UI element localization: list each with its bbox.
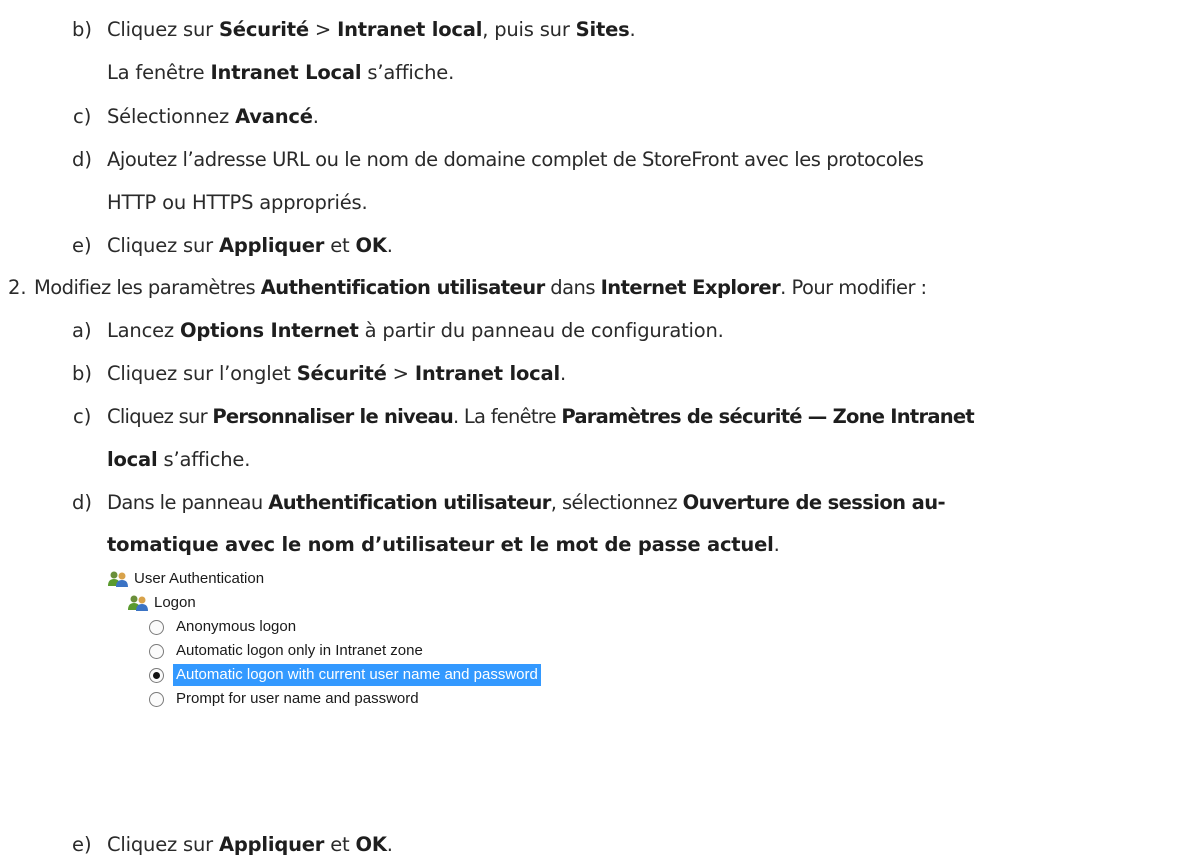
step-b-sites: Cliquez sur Sécurité > Intranet local, p… [107, 18, 636, 41]
radio-button-selected[interactable] [149, 668, 164, 683]
radio-label: Automatic logon only in Intranet zone [176, 642, 423, 659]
step-c-advanced: Sélectionnez Avancé. [107, 105, 319, 128]
list-marker: a) [72, 319, 92, 342]
step-b-security-tab: Cliquez sur l’onglet Sécurité > Intranet… [107, 362, 566, 385]
list-marker: b) [72, 18, 92, 41]
tree-group-label: User Authentication [134, 570, 265, 587]
tree-subgroup-label: Logon [154, 594, 196, 611]
list-marker: e) [72, 833, 92, 856]
radio-label-selected: Automatic logon with current user name a… [173, 664, 541, 686]
list-marker: e) [72, 234, 92, 257]
step-d-url-line1: Ajoutez l’adresse URL ou le nom de domai… [107, 148, 924, 171]
list-number: 2. [8, 276, 27, 299]
users-icon [108, 571, 128, 587]
step-d-auth-line1: Dans le panneau Authentification utilisa… [107, 491, 946, 514]
step-a-options: Lancez Options Internet à partir du pann… [107, 319, 724, 342]
radio-button[interactable] [149, 644, 164, 659]
list-marker: d) [72, 491, 92, 514]
step-d-auth-line2: tomatique avec le nom d’utilisateur et l… [107, 533, 780, 556]
step-c-custom-level-line1: Cliquez sur Personnaliser le niveau. La … [107, 405, 975, 428]
list-marker: d) [72, 148, 92, 171]
list-marker: c) [73, 405, 92, 428]
document-page: b) Cliquez sur Sécurité > Intranet local… [0, 0, 1187, 861]
step-d-url-line2: HTTP ou HTTPS appropriés. [107, 191, 368, 214]
step-2-heading: Modifiez les paramètres Authentification… [34, 276, 927, 299]
list-marker: b) [72, 362, 92, 385]
step-e-apply-final: Cliquez sur Appliquer et OK. [107, 833, 393, 856]
step-e-apply: Cliquez sur Appliquer et OK. [107, 234, 393, 257]
list-marker: c) [73, 105, 92, 128]
step-c-custom-level-line2: local s’affiche. [107, 448, 251, 471]
users-icon [128, 595, 148, 611]
radio-button[interactable] [149, 692, 164, 707]
step-b-result: La fenêtre Intranet Local s’affiche. [107, 61, 455, 84]
user-authentication-screenshot: User Authentication Logon Anonymous logo… [107, 568, 807, 788]
radio-label: Prompt for user name and password [176, 690, 419, 707]
radio-label: Anonymous logon [176, 618, 297, 635]
radio-button[interactable] [149, 620, 164, 635]
